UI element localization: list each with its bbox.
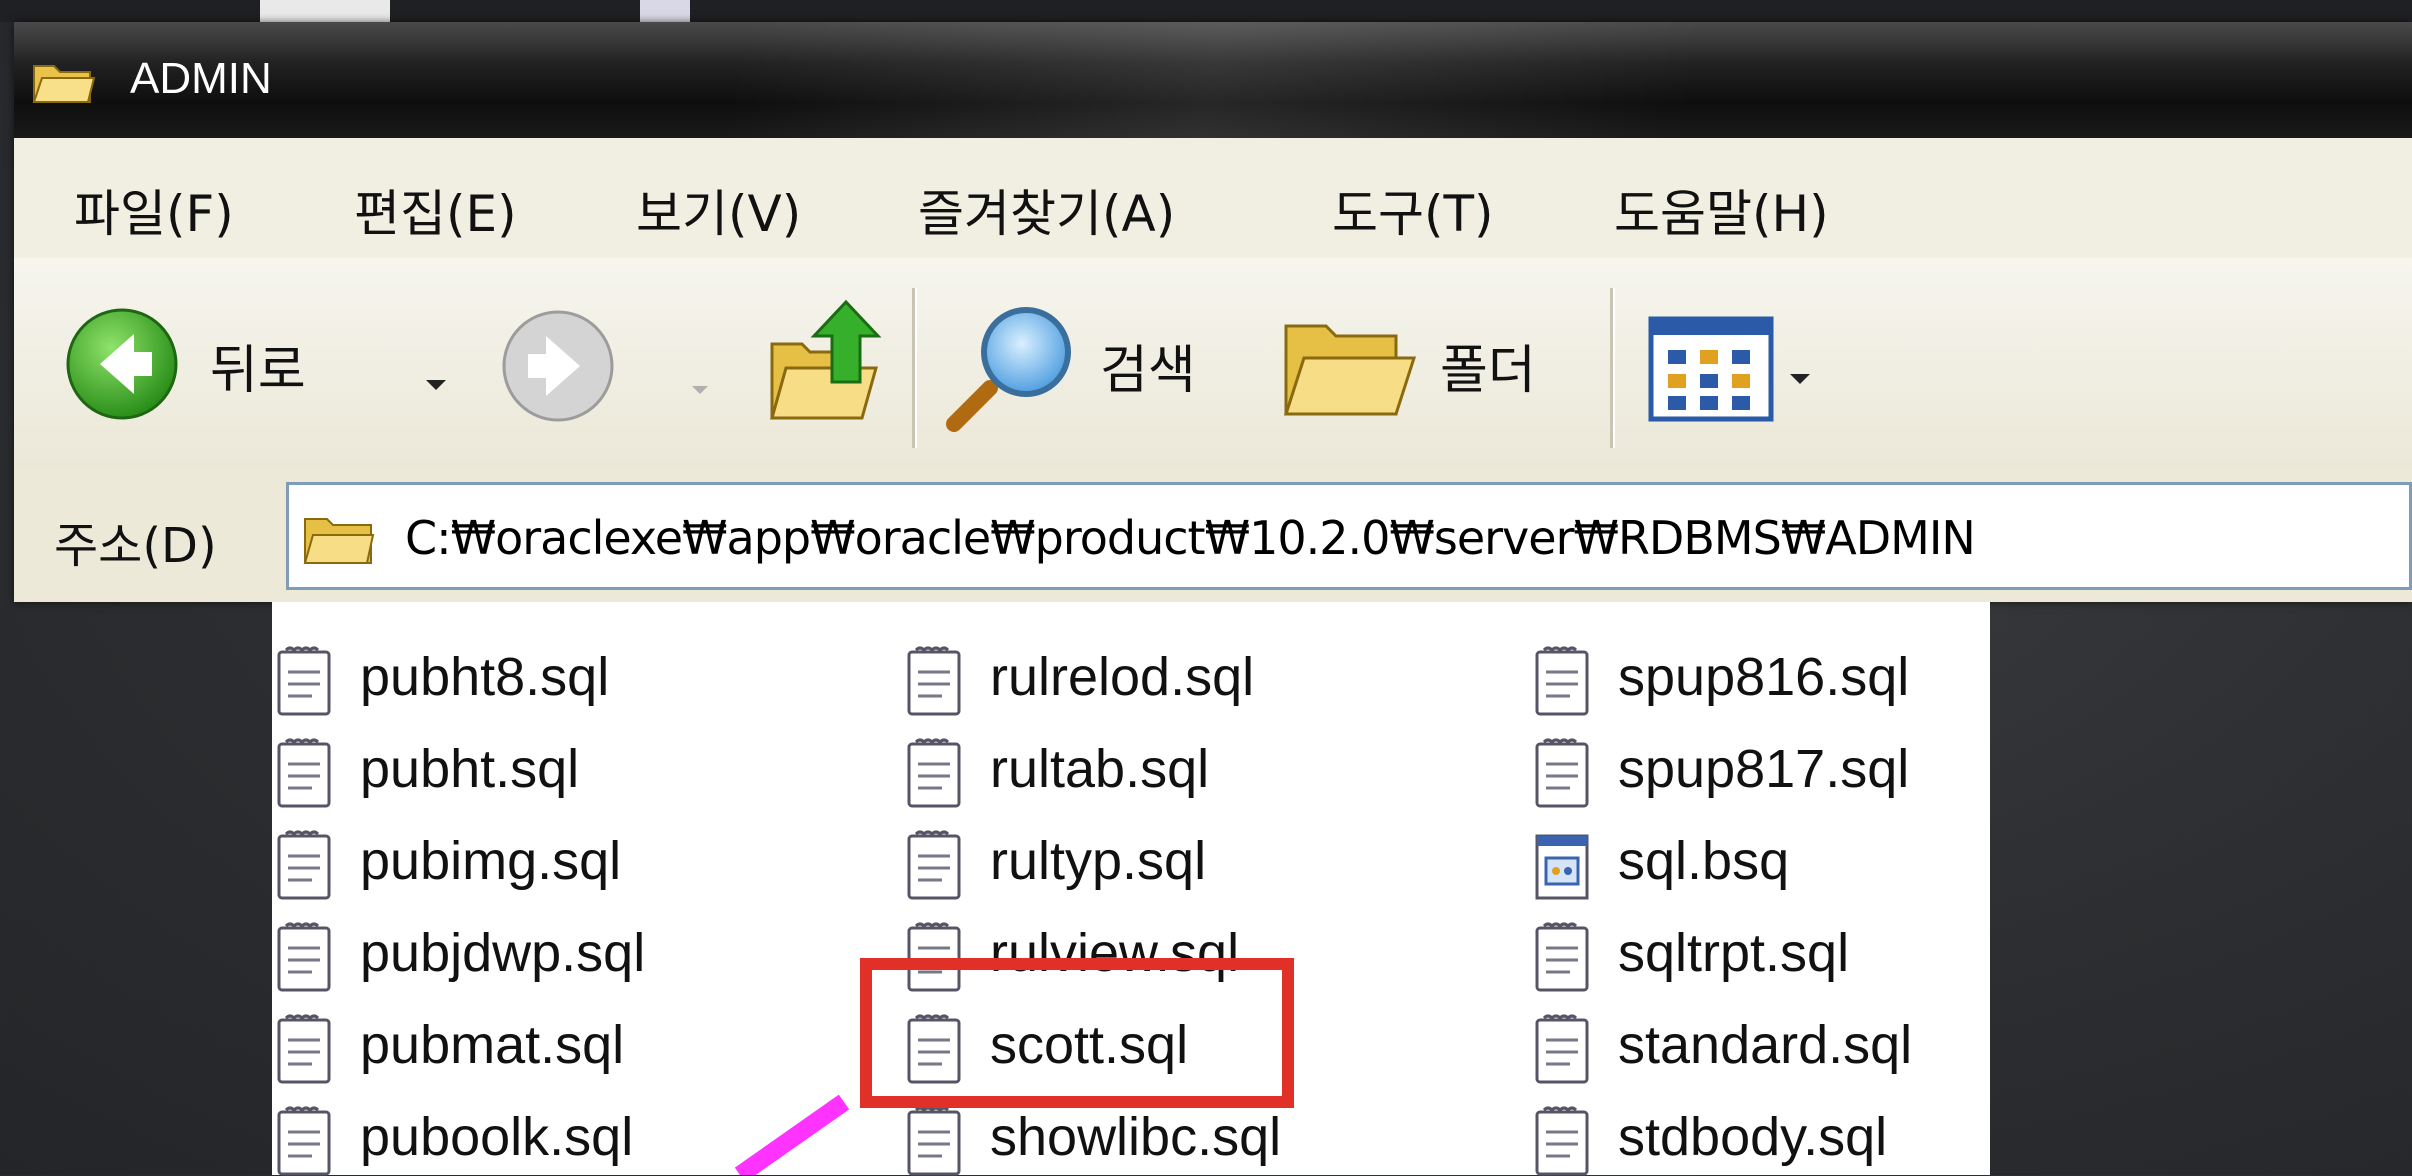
- back-label: 뒤로: [210, 341, 306, 401]
- sql-file-icon: [907, 646, 961, 716]
- highlight-box: [860, 958, 1294, 1108]
- file-name: rultyp.sql: [990, 831, 1207, 891]
- file-name: spup817.sql: [1618, 739, 1910, 799]
- sql-file-icon: [907, 738, 961, 808]
- file-name: sqltrpt.sql: [1618, 923, 1850, 983]
- address-bar: 주소(D) C:₩oraclexe₩app₩oracle₩product₩10.…: [14, 470, 2412, 602]
- file-name: sql.bsq: [1618, 831, 1790, 891]
- explorer-window: ADMIN 파일(F) 편집(E) 보기(V) 즐겨찾기(A) 도구(T) 도움…: [14, 22, 2412, 602]
- sql-file-icon: [1535, 738, 1589, 808]
- menu-bar: 파일(F) 편집(E) 보기(V) 즐겨찾기(A) 도구(T) 도움말(H): [14, 138, 2412, 260]
- file-name: rulrelod.sql: [990, 647, 1255, 707]
- back-arrow-icon: [66, 308, 178, 420]
- back-button[interactable]: 뒤로: [64, 298, 404, 428]
- bsq-file-icon: [1535, 834, 1589, 900]
- sql-file-icon: [1535, 1014, 1589, 1084]
- file-name: pubht.sql: [360, 739, 580, 799]
- sql-file-icon: [277, 646, 331, 716]
- sql-file-icon: [277, 830, 331, 900]
- menu-view[interactable]: 보기(V): [636, 174, 801, 246]
- views-dropdown-icon[interactable]: [1786, 370, 1814, 388]
- sql-file-icon: [907, 1106, 961, 1176]
- sql-file-icon: [277, 922, 331, 992]
- forward-dropdown-icon[interactable]: [686, 382, 714, 398]
- sql-file-icon: [277, 1014, 331, 1084]
- address-input[interactable]: C:₩oraclexe₩app₩oracle₩product₩10.2.0₩se…: [286, 482, 2412, 590]
- sql-file-icon: [1535, 646, 1589, 716]
- back-dropdown-icon[interactable]: [422, 376, 450, 394]
- menu-favorites[interactable]: 즐겨찾기(A): [918, 174, 1175, 246]
- window-title: ADMIN: [130, 54, 272, 103]
- sql-file-icon: [277, 738, 331, 808]
- search-button[interactable]: 검색: [944, 298, 1244, 432]
- toolbar: 뒤로 검색 폴더: [14, 258, 2412, 472]
- file-name: pubht8.sql: [360, 647, 610, 707]
- sql-file-icon: [907, 830, 961, 900]
- sql-file-icon: [1535, 1106, 1589, 1176]
- views-icon[interactable]: [1648, 316, 1774, 422]
- file-name: puboolk.sql: [360, 1107, 634, 1167]
- background-strip: [0, 0, 2412, 22]
- file-name: spup816.sql: [1618, 647, 1910, 707]
- menu-help[interactable]: 도움말(H): [1614, 174, 1829, 246]
- folder-icon: [303, 518, 375, 564]
- sql-file-icon: [1535, 922, 1589, 992]
- file-name: stdbody.sql: [1618, 1107, 1888, 1167]
- menu-file[interactable]: 파일(F): [74, 174, 234, 246]
- menu-edit[interactable]: 편집(E): [354, 174, 517, 246]
- file-name: rultab.sql: [990, 739, 1210, 799]
- up-folder-icon[interactable]: [764, 298, 888, 428]
- folders-label: 폴더: [1440, 341, 1536, 401]
- magnifier-icon: [946, 307, 1071, 432]
- folders-button[interactable]: 폴더: [1280, 298, 1580, 428]
- folders-icon: [1283, 324, 1417, 416]
- address-label: 주소(D): [54, 518, 217, 574]
- file-name: showlibc.sql: [990, 1107, 1282, 1167]
- sql-file-icon: [277, 1106, 331, 1176]
- menu-tools[interactable]: 도구(T): [1332, 174, 1494, 246]
- search-label: 검색: [1100, 341, 1196, 401]
- file-name: pubmat.sql: [360, 1015, 625, 1075]
- forward-arrow-icon[interactable]: [500, 308, 616, 424]
- file-name: pubjdwp.sql: [360, 923, 646, 983]
- address-path: C:₩oraclexe₩app₩oracle₩product₩10.2.0₩se…: [405, 511, 1976, 565]
- file-name: standard.sql: [1618, 1015, 1913, 1075]
- folder-open-icon: [32, 65, 96, 103]
- title-bar[interactable]: ADMIN: [14, 22, 2412, 138]
- file-name: pubimg.sql: [360, 831, 622, 891]
